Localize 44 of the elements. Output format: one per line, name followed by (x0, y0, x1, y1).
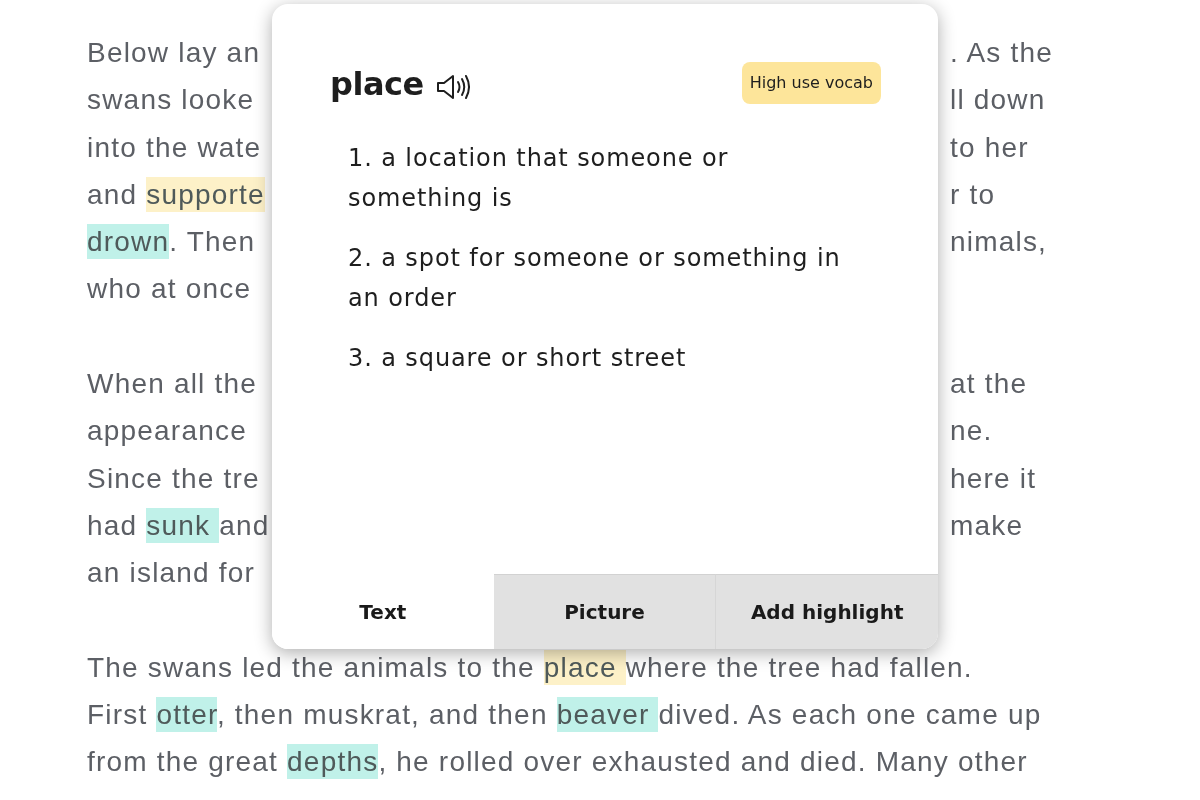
passage-text: to her (950, 131, 1029, 163)
word-title: place (330, 64, 424, 105)
passage-text: r to (950, 178, 996, 210)
passage-text: and (219, 509, 270, 541)
passage-text: ll down (950, 84, 1046, 116)
definition-text: 3. a square or short street (348, 343, 688, 374)
highlighted-word[interactable]: place (543, 649, 626, 685)
definition-text: 1. a location that someone or something is (348, 143, 730, 214)
passage-text: who at once (87, 273, 252, 305)
highlighted-word[interactable]: beaver (556, 697, 659, 733)
passage-text: and (87, 178, 139, 210)
highlighted-word[interactable]: otter (156, 697, 217, 733)
passage-text: an island for (87, 557, 256, 589)
passage-text: nimals, (950, 226, 1048, 258)
passage-text: ne. (950, 415, 993, 447)
highlighted-word[interactable]: drown (87, 224, 170, 260)
passage-text: When all the (87, 368, 258, 400)
passage-text: The swans led the animals to the (87, 651, 536, 683)
passage-text: swans looke (87, 84, 255, 116)
passage-text: make (950, 509, 1024, 541)
vocab-badge: High use vocab (741, 62, 881, 104)
passage-text: into the wate (87, 131, 262, 163)
passage-text: . As the (950, 37, 1053, 68)
passage-text: Below lay an (87, 37, 261, 68)
passage-text: dived. As each one came up (658, 699, 1042, 731)
passage-text: here it (950, 462, 1037, 494)
passage-text: , then muskrat, and then (216, 699, 549, 731)
passage-text: Since the tre (87, 462, 260, 494)
highlighted-word[interactable]: supporte (146, 176, 265, 212)
speaker-icon[interactable] (435, 74, 470, 100)
popup-tab[interactable]: Picture (493, 574, 716, 649)
passage-text: , he rolled over exhausted and died. Many other (378, 746, 1028, 778)
passage-text: had (87, 509, 139, 541)
passage-text: . Then (169, 226, 256, 258)
passage-text: appearance (87, 415, 247, 447)
passage-text: First (87, 699, 149, 731)
passage-text: where the tree had fallen. (625, 651, 973, 683)
definition-text: 2. a spot for someone or something in an order (348, 243, 842, 314)
passage-text: at the (950, 368, 1028, 400)
popup-tab[interactable]: Text (272, 574, 494, 649)
passage-text: from the great (87, 746, 280, 778)
highlighted-word[interactable]: depths (287, 744, 379, 780)
highlighted-word[interactable]: sunk (146, 507, 220, 543)
popup-tab[interactable]: Add highlight (715, 574, 938, 649)
